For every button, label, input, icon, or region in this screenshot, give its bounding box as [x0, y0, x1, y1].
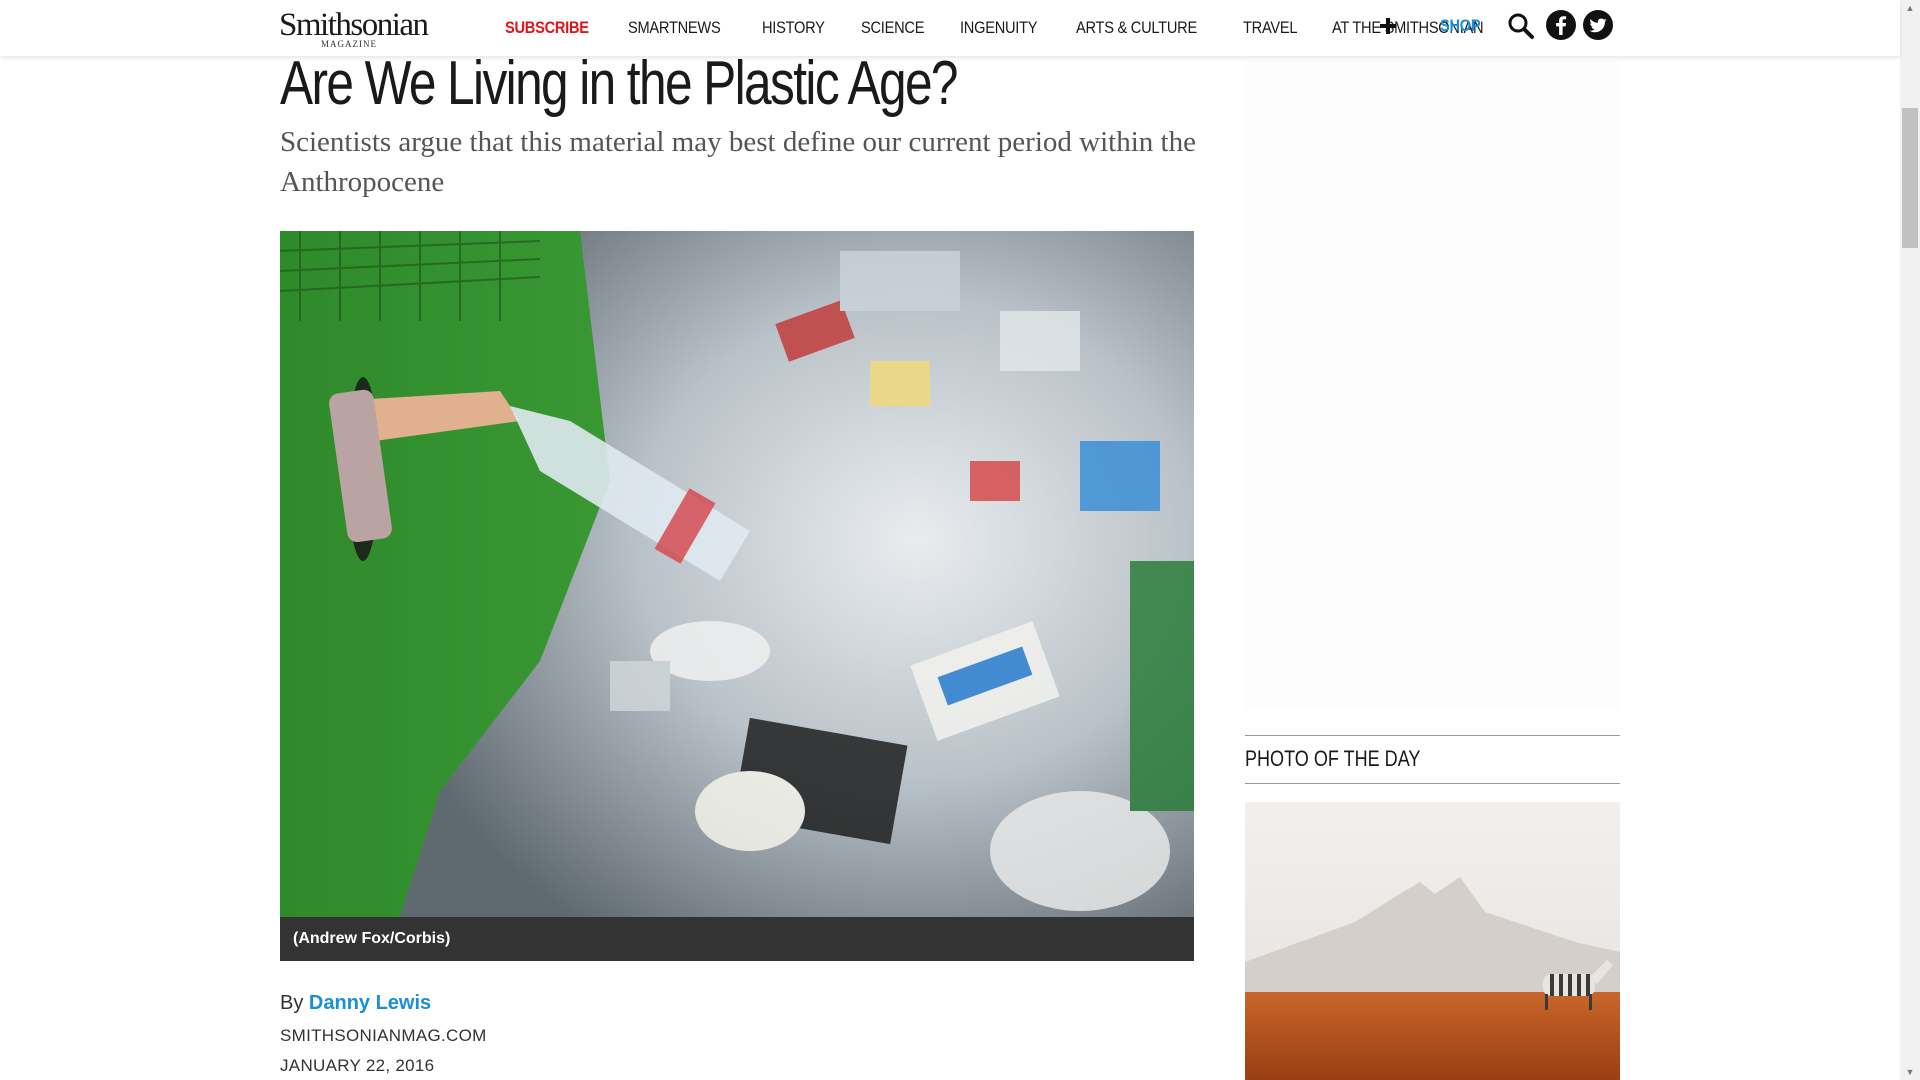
divider: [1245, 783, 1620, 784]
photo-of-the-day-heading: PHOTO OF THE DAY: [1245, 746, 1421, 771]
nav-shop[interactable]: SHOP: [1440, 16, 1481, 36]
author-link[interactable]: Danny Lewis: [309, 992, 431, 1014]
scroll-thumb[interactable]: [1902, 108, 1918, 248]
nav-subscribe[interactable]: SUBSCRIBE: [505, 18, 589, 38]
facebook-icon[interactable]: [1545, 9, 1577, 41]
nav-arts-culture[interactable]: ARTS & CULTURE: [1076, 18, 1197, 38]
divider: [1245, 735, 1620, 736]
nav-history[interactable]: HISTORY: [762, 18, 825, 38]
scroll-up-arrow-icon[interactable]: ▲: [1900, 0, 1920, 16]
search-icon[interactable]: [1507, 12, 1535, 40]
nav-ingenuity[interactable]: INGENUITY: [960, 18, 1038, 38]
byline: By Danny Lewis: [280, 992, 431, 1015]
hero-image: [280, 231, 1194, 917]
photo-credit: (Andrew Fox/Corbis): [280, 917, 1194, 961]
article-title: Are We Living in the Plastic Age?: [280, 49, 959, 118]
scroll-down-arrow-icon[interactable]: ▼: [1900, 1064, 1920, 1080]
twitter-icon[interactable]: [1582, 9, 1614, 41]
logo-subtitle: MAGAZINE: [321, 39, 377, 49]
nav-science[interactable]: SCIENCE: [861, 18, 924, 38]
publish-date: JANUARY 22, 2016: [280, 1056, 435, 1075]
smithsonian-logo[interactable]: Smithsonian MAGAZINE: [279, 6, 429, 50]
site-header: Smithsonian MAGAZINE SUBSCRIBE SMARTNEWS…: [0, 0, 1900, 56]
plus-icon[interactable]: [1378, 16, 1398, 36]
nav-travel[interactable]: TRAVEL: [1243, 18, 1298, 38]
photo-of-the-day-image[interactable]: [1245, 802, 1620, 1080]
nav-smartnews[interactable]: SMARTNEWS: [628, 18, 721, 38]
article-dek: Scientists argue that this material may …: [280, 126, 1196, 198]
byline-prefix: By: [280, 992, 309, 1014]
ad-placeholder: [1245, 60, 1620, 710]
source-label: SMITHSONIANMAG.COM: [280, 1026, 487, 1045]
